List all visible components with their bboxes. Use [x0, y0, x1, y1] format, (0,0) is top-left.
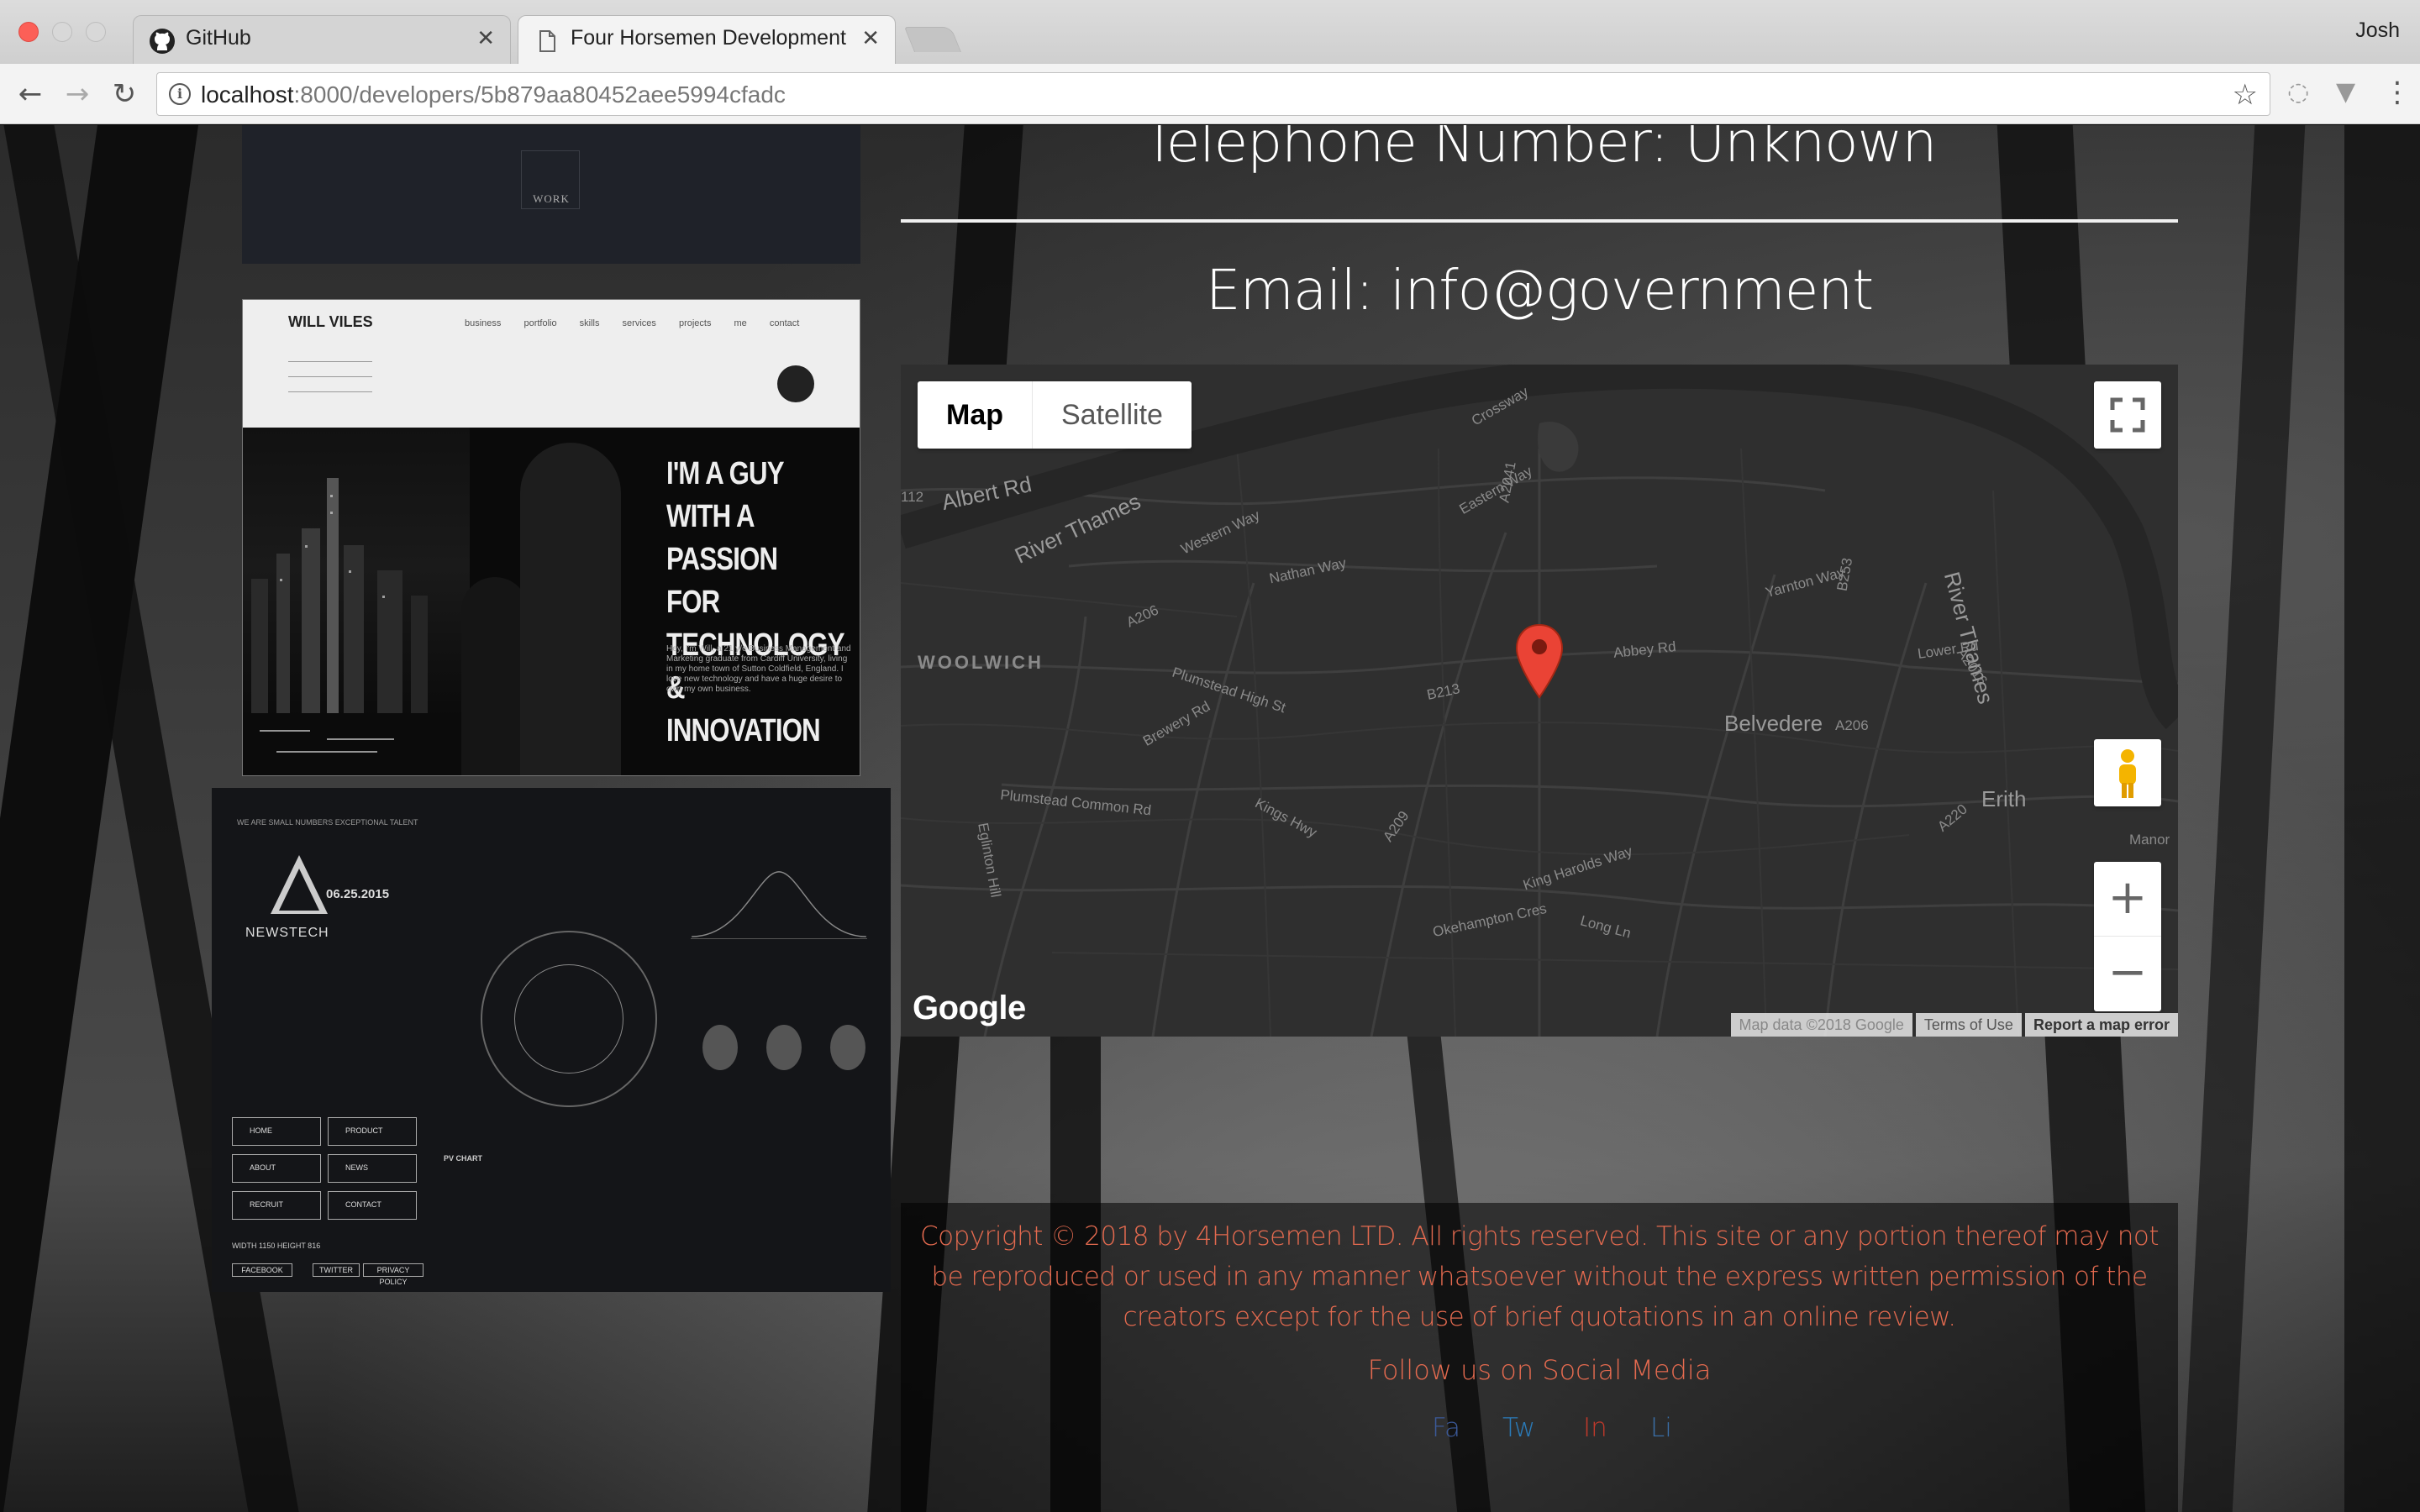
person-photo [461, 577, 529, 775]
newstech-about-button: ABOUT [232, 1154, 321, 1183]
zoom-out-button[interactable]: − [2094, 937, 2161, 1011]
person-photo [520, 443, 621, 775]
email-address: Email: info@government [1205, 258, 1874, 323]
browser-tab-bar: GitHub ✕ Four Horsemen Development P ✕ J… [0, 0, 2420, 66]
tree-trunk [2344, 125, 2420, 1512]
forward-arrow-icon[interactable]: → [59, 76, 96, 113]
bell-curve-chart [691, 871, 867, 939]
telephone-number: Telephone Number: Unknown [1142, 125, 1938, 175]
newstech-home-button: HOME [232, 1117, 321, 1146]
url-host: localhost [201, 81, 294, 108]
map-type-satellite-button[interactable]: Satellite [1033, 381, 1192, 449]
will-header: WILL VILES business portfolio skills ser… [243, 300, 860, 428]
newstech-facebook-button: FACEBOOK [232, 1263, 292, 1277]
tab-four-horsemen[interactable]: Four Horsemen Development P ✕ [518, 15, 896, 66]
will-contact-lines [288, 350, 372, 396]
fullscreen-button[interactable] [2094, 381, 2161, 449]
street-view-button[interactable] [2094, 739, 2161, 806]
extension-icon[interactable]: ◌ [2287, 77, 2309, 107]
site-footer: Copyright © 2018 by 4Horsemen LTD. All r… [901, 1203, 2178, 1512]
will-logo: WILL VILES [288, 313, 373, 330]
address-bar[interactable]: i localhost:8000/developers/5b879aa80452… [156, 72, 2270, 116]
city-night-photo [243, 428, 470, 775]
will-body-text: Hey, I'm Will, a 21 y/o Business Managem… [666, 644, 851, 694]
tab-title: GitHub [186, 26, 251, 50]
map-label: Manor [2129, 832, 2170, 848]
new-tab-button[interactable] [903, 27, 962, 52]
newstech-width-height: WIDTH 1150 HEIGHT 816 [232, 1242, 321, 1250]
map-label: A206 [1835, 717, 1869, 733]
instagram-link[interactable]: In [1583, 1413, 1607, 1443]
newstech-recruit-button: RECRUIT [232, 1191, 321, 1220]
tab-title: Four Horsemen Development P [571, 26, 848, 50]
info-icon[interactable]: i [169, 83, 191, 105]
map-label: Belvedere [1724, 711, 1823, 736]
copyright-text: Copyright © 2018 by 4Horsemen LTD. All r… [920, 1221, 2159, 1332]
will-nav: business portfolio skills services proje… [465, 318, 800, 328]
map-attribution: Map data ©2018 Google [1730, 1013, 1912, 1037]
browser-toolbar: ← → ↻ i localhost:8000/developers/5b879a… [0, 64, 2420, 124]
tree-trunk [2181, 125, 2306, 1512]
vue-devtools-icon[interactable]: ▼ [2336, 77, 2355, 107]
follow-heading: Follow us on Social Media [1367, 1354, 1712, 1386]
close-window-button[interactable] [18, 22, 39, 42]
linkedin-link[interactable]: Li [1650, 1413, 1672, 1443]
github-icon [150, 29, 175, 54]
close-icon[interactable]: ✕ [476, 26, 495, 51]
newstech-date: 06.25.2015 [326, 887, 390, 901]
newstech-product-button: PRODUCT [328, 1117, 417, 1146]
will-badge-icon [777, 365, 814, 402]
dial-inner-graphic [514, 964, 623, 1074]
work-label: WORK [533, 192, 570, 205]
browser-menu-icon[interactable]: ⋮ [2383, 76, 2412, 109]
facebook-link[interactable]: Fa [1432, 1413, 1460, 1443]
zoom-control: + − [2094, 862, 2161, 1011]
newstech-logo-inner [279, 869, 319, 911]
portfolio-newstech-thumbnail[interactable]: WE ARE SMALL NUMBERS EXCEPTIONAL TALENT … [212, 788, 891, 1292]
google-map[interactable]: 112 Albert Rd River Thames Western Way N… [901, 365, 2178, 1037]
url-path: :8000/developers/5b879aa80452aee5994cfad… [293, 81, 786, 108]
twitter-link[interactable]: Tw [1502, 1413, 1535, 1443]
newstech-privacy-button: PRIVACY POLICY [363, 1263, 424, 1286]
knob-graphic [766, 1025, 802, 1070]
portfolio-work-thumbnail[interactable]: WORK [242, 125, 860, 264]
page-viewport: WORK WILL VILES business portfolio skill… [0, 125, 2420, 1512]
back-arrow-icon[interactable]: ← [12, 76, 49, 113]
google-logo[interactable]: Google [913, 990, 1026, 1027]
newstech-news-button: NEWS [328, 1154, 417, 1183]
newstech-contact-button: CONTACT [328, 1191, 417, 1220]
fullscreen-icon [2110, 397, 2145, 433]
document-icon [539, 30, 555, 52]
report-map-error-link[interactable]: Report a map error [2024, 1013, 2178, 1037]
map-footer: Map data ©2018 Google Terms of Use Repor… [1728, 1013, 2178, 1037]
knob-graphic [830, 1025, 865, 1070]
portfolio-will-viles-thumbnail[interactable]: WILL VILES business portfolio skills ser… [242, 299, 860, 776]
terms-of-use-link[interactable]: Terms of Use [1915, 1013, 2022, 1037]
minimize-window-button[interactable] [52, 22, 72, 42]
close-icon[interactable]: ✕ [861, 26, 880, 51]
map-label: Erith [1981, 786, 2027, 811]
pegman-icon [2119, 749, 2136, 798]
profile-name[interactable]: Josh [2355, 18, 2400, 43]
map-label: WOOLWICH [918, 652, 1044, 673]
bookmark-star-icon[interactable]: ☆ [2233, 78, 2258, 112]
reload-icon[interactable]: ↻ [106, 76, 143, 113]
newstech-tagline: WE ARE SMALL NUMBERS EXCEPTIONAL TALENT [237, 818, 418, 827]
will-headline: I'M A GUY WITH A PASSION FOR TECHNOLOGY … [666, 456, 844, 748]
knob-graphic [702, 1025, 738, 1070]
city-skyline-icon [243, 478, 470, 775]
map-type-control: Map Satellite [918, 381, 1192, 449]
newstech-brand: NEWSTECH [245, 926, 329, 940]
map-type-map-button[interactable]: Map [918, 381, 1033, 449]
map-marker-icon[interactable] [1514, 623, 1565, 699]
newstech-twitter-button: TWITTER [313, 1263, 360, 1277]
zoom-in-button[interactable]: + [2094, 862, 2161, 937]
divider [901, 219, 2178, 223]
tab-github[interactable]: GitHub ✕ [133, 15, 511, 64]
pv-chart-label: PV CHART [444, 1154, 483, 1163]
url-text[interactable]: localhost:8000/developers/5b879aa80452ae… [201, 81, 786, 108]
maximize-window-button[interactable] [86, 22, 106, 42]
